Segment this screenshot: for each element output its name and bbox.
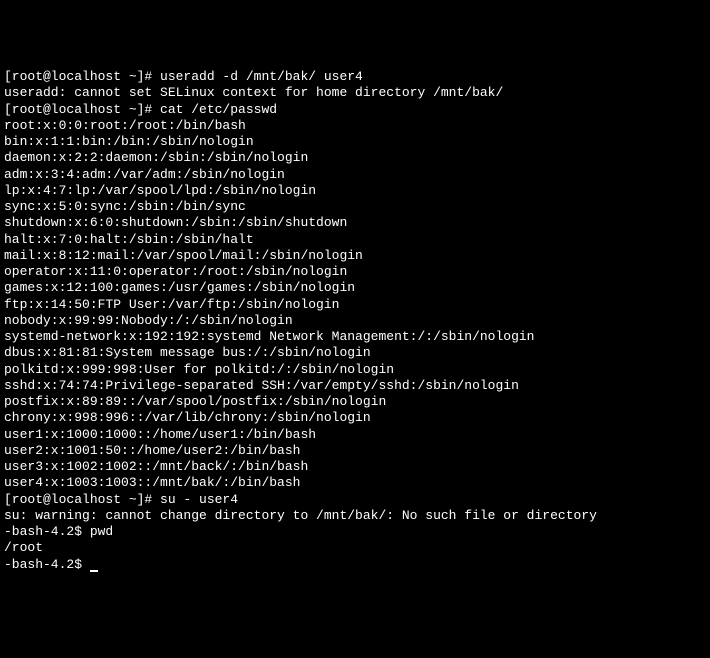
terminal-line: user2:x:1001:50::/home/user2:/bin/bash xyxy=(4,443,706,459)
terminal-line: [root@localhost ~]# useradd -d /mnt/bak/… xyxy=(4,69,706,85)
terminal-line: halt:x:7:0:halt:/sbin:/sbin/halt xyxy=(4,232,706,248)
terminal-line: nobody:x:99:99:Nobody:/:/sbin/nologin xyxy=(4,313,706,329)
terminal-line: shutdown:x:6:0:shutdown:/sbin:/sbin/shut… xyxy=(4,215,706,231)
terminal-prompt: -bash-4.2$ xyxy=(4,557,90,572)
terminal-line: /root xyxy=(4,540,706,556)
terminal-line: games:x:12:100:games:/usr/games:/sbin/no… xyxy=(4,280,706,296)
terminal-window[interactable]: [root@localhost ~]# useradd -d /mnt/bak/… xyxy=(4,69,706,573)
terminal-line: lp:x:4:7:lp:/var/spool/lpd:/sbin/nologin xyxy=(4,183,706,199)
terminal-line: systemd-network:x:192:192:systemd Networ… xyxy=(4,329,706,345)
terminal-line: useradd: cannot set SELinux context for … xyxy=(4,85,706,101)
terminal-line: sync:x:5:0:sync:/sbin:/bin/sync xyxy=(4,199,706,215)
terminal-line: bin:x:1:1:bin:/bin:/sbin/nologin xyxy=(4,134,706,150)
terminal-line: dbus:x:81:81:System message bus:/:/sbin/… xyxy=(4,345,706,361)
terminal-line: [root@localhost ~]# cat /etc/passwd xyxy=(4,102,706,118)
terminal-line: daemon:x:2:2:daemon:/sbin:/sbin/nologin xyxy=(4,150,706,166)
terminal-line: sshd:x:74:74:Privilege-separated SSH:/va… xyxy=(4,378,706,394)
terminal-line: [root@localhost ~]# su - user4 xyxy=(4,492,706,508)
terminal-line: user3:x:1002:1002::/mnt/back/:/bin/bash xyxy=(4,459,706,475)
terminal-line: root:x:0:0:root:/root:/bin/bash xyxy=(4,118,706,134)
terminal-line: -bash-4.2$ pwd xyxy=(4,524,706,540)
cursor-icon xyxy=(90,570,98,572)
terminal-line: operator:x:11:0:operator:/root:/sbin/nol… xyxy=(4,264,706,280)
terminal-line: su: warning: cannot change directory to … xyxy=(4,508,706,524)
terminal-line: mail:x:8:12:mail:/var/spool/mail:/sbin/n… xyxy=(4,248,706,264)
terminal-line: postfix:x:89:89::/var/spool/postfix:/sbi… xyxy=(4,394,706,410)
terminal-line: adm:x:3:4:adm:/var/adm:/sbin/nologin xyxy=(4,167,706,183)
terminal-prompt-line[interactable]: -bash-4.2$ xyxy=(4,557,706,573)
terminal-line: user1:x:1000:1000::/home/user1:/bin/bash xyxy=(4,427,706,443)
terminal-line: polkitd:x:999:998:User for polkitd:/:/sb… xyxy=(4,362,706,378)
terminal-line: user4:x:1003:1003::/mnt/bak/:/bin/bash xyxy=(4,475,706,491)
terminal-line: ftp:x:14:50:FTP User:/var/ftp:/sbin/nolo… xyxy=(4,297,706,313)
terminal-line: chrony:x:998:996::/var/lib/chrony:/sbin/… xyxy=(4,410,706,426)
